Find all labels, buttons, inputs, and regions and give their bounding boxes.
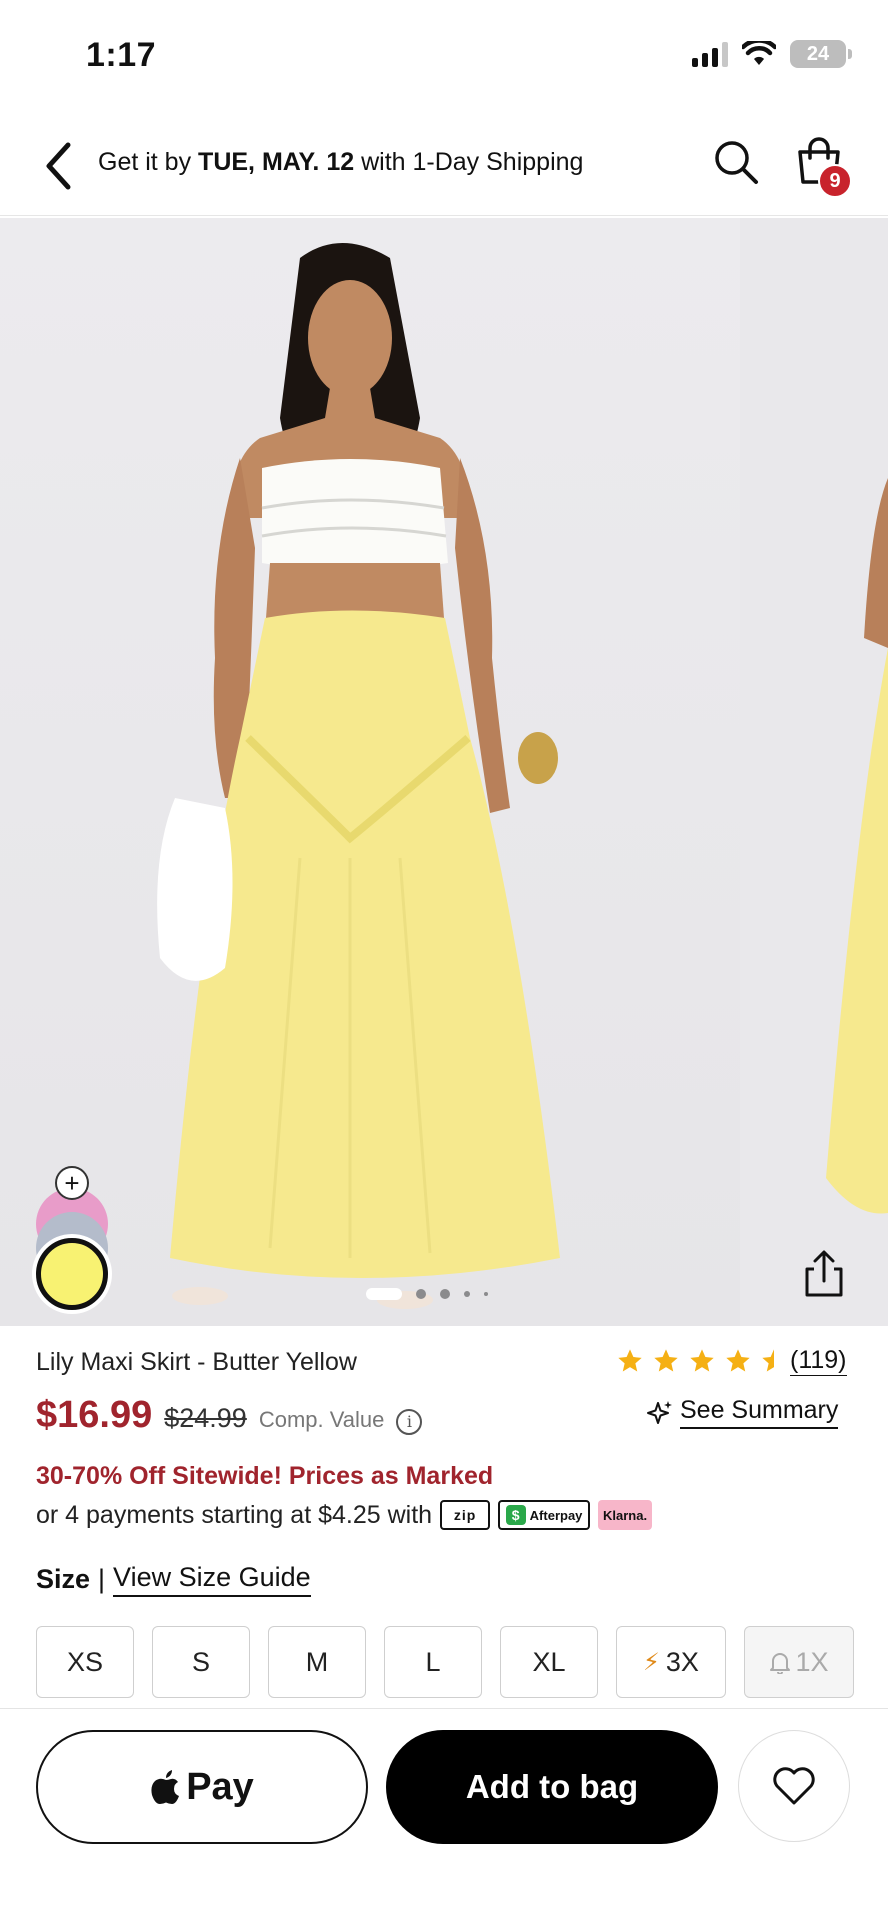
shipping-prefix: Get it by [98,148,199,176]
page-dot[interactable] [484,1292,488,1296]
more-colors-button[interactable]: + [55,1166,89,1200]
shipping-suffix: with 1-Day Shipping [354,148,584,176]
bottom-action-bar: Pay Add to bag [0,1710,888,1920]
add-to-bag-button[interactable]: Add to bag [386,1730,718,1844]
carousel-pagination [366,1288,488,1300]
shopping-bag-button[interactable]: 9 [786,130,856,200]
star-icon [726,1349,750,1372]
bag-count-badge: 9 [818,164,852,198]
status-icons: 24 [692,40,852,68]
page-dot[interactable] [464,1291,470,1297]
star-icon [654,1349,678,1372]
status-bar: 1:17 24 [0,0,888,110]
wishlist-button[interactable] [738,1730,850,1842]
klarna-label: Klarna. [603,1507,648,1523]
size-header: Size | View Size Guide [36,1562,311,1597]
heart-icon [773,1767,815,1805]
status-time: 1:17 [86,36,157,74]
shipping-date: TUE, MAY. 12 [198,148,355,176]
shipping-estimate: Get it by TUE, MAY. 12 with 1-Day Shippi… [98,148,583,177]
color-swatches: + [36,1166,108,1326]
afterpay-label: Afterpay [529,1507,583,1523]
divider [0,1708,888,1709]
lightning-icon: ⚡ [643,1648,660,1676]
product-image-next[interactable] [746,218,888,1326]
model-photo [157,243,560,1309]
chevron-left-icon [46,142,71,190]
star-icon [618,1349,642,1372]
battery-level: 24 [806,42,830,65]
sale-price: $16.99 [36,1394,153,1436]
size-option-1x-label: 1X [795,1646,829,1677]
rating-stars [616,1347,774,1375]
battery-icon: 24 [790,40,852,68]
installment-payments: or 4 payments starting at $4.25 with zip… [36,1500,653,1530]
size-option-3x[interactable]: ⚡ 3X [616,1626,726,1698]
cellular-signal-icon [692,41,728,67]
size-guide-link[interactable]: View Size Guide [113,1562,311,1597]
info-icon[interactable]: i [396,1408,423,1435]
wifi-icon [742,41,776,65]
klarna-logo[interactable]: Klarna. [598,1500,653,1530]
promo-text: 30-70% Off Sitewide! Prices as Marked [36,1462,494,1490]
see-summary-link[interactable]: See Summary [646,1396,839,1429]
size-label: Size [36,1564,91,1594]
see-summary-label[interactable]: See Summary [680,1396,839,1429]
zip-logo[interactable]: zip [440,1500,491,1530]
price-row: $16.99 $24.99 Comp. Value i [36,1394,423,1437]
page-dot[interactable] [440,1289,450,1299]
sparkle-icon [647,1400,672,1424]
payments-text: or 4 payments starting at $4.25 with [36,1500,433,1529]
apple-pay-button[interactable]: Pay [36,1730,368,1844]
product-image-carousel[interactable]: + [0,218,888,1326]
half-star-icon [762,1349,774,1372]
size-option-l[interactable]: L [384,1626,482,1698]
swatch-butter-yellow-selected[interactable] [36,1238,108,1310]
top-nav-bar: Get it by TUE, MAY. 12 with 1-Day Shippi… [0,120,888,216]
size-separator: | [98,1564,106,1594]
size-option-xs[interactable]: XS [36,1626,134,1698]
next-photo-peek [826,478,888,1214]
apple-pay-label: Pay [186,1765,254,1808]
comp-value-label: Comp. Value [258,1407,385,1432]
product-title: Lily Maxi Skirt - Butter Yellow [36,1348,357,1376]
star-icon [690,1349,714,1372]
share-icon [805,1250,843,1297]
product-rating[interactable]: (119) [616,1346,847,1376]
apple-logo-icon [151,1770,180,1804]
size-options: XS S M L XL ⚡ 3X 1X [36,1626,854,1698]
page-dot-active[interactable] [366,1288,402,1300]
dollar-icon: $ [505,1505,526,1525]
size-option-s[interactable]: S [152,1626,250,1698]
size-option-3x-label: 3X [665,1646,699,1677]
share-button[interactable] [794,1244,854,1304]
original-price: $24.99 [164,1403,247,1433]
back-button[interactable] [28,136,88,196]
bell-icon [770,1653,791,1674]
size-option-xl[interactable]: XL [500,1626,598,1698]
size-option-m[interactable]: M [268,1626,366,1698]
afterpay-logo[interactable]: $ Afterpay [498,1500,591,1530]
zip-logo-text: zip [453,1507,477,1523]
search-icon [715,141,758,184]
search-button[interactable] [706,132,766,192]
product-image-main[interactable]: + [0,218,740,1326]
page-dot[interactable] [416,1289,426,1299]
review-count[interactable]: (119) [790,1346,847,1376]
size-option-1x-notify[interactable]: 1X [744,1626,854,1698]
